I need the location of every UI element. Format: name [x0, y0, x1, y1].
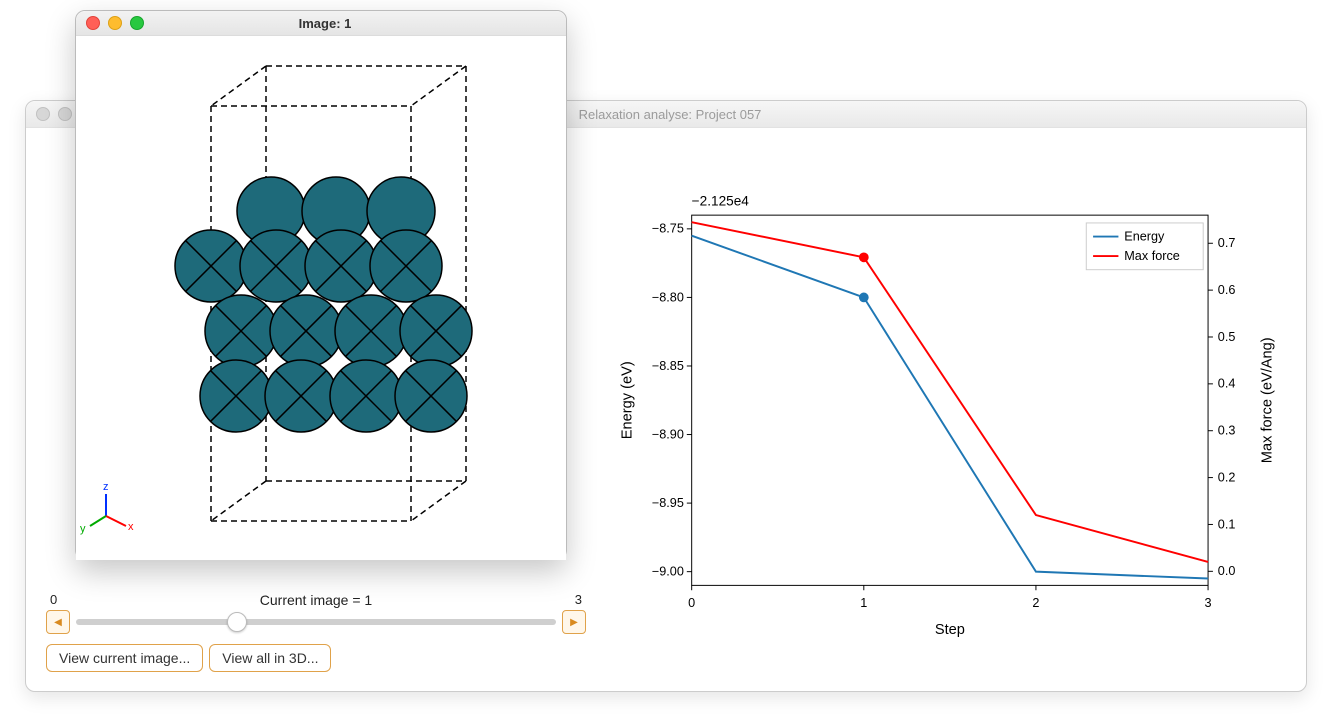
svg-text:x: x [128, 521, 134, 533]
image-titlebar[interactable]: Image: 1 [76, 11, 566, 36]
zoom-icon[interactable] [130, 16, 144, 30]
svg-text:0.4: 0.4 [1218, 377, 1236, 391]
slider-range-row: 0 Current image = 1 3 [46, 592, 586, 610]
image-slider-area: 0 Current image = 1 3 ◀ ▶ View current i… [46, 592, 586, 672]
legend-energy: Energy [1124, 229, 1165, 243]
chart-legend: Energy Max force [1086, 223, 1203, 270]
svg-text:−8.85: −8.85 [652, 359, 684, 373]
atoms-group [175, 177, 472, 432]
svg-text:0.6: 0.6 [1218, 283, 1236, 297]
svg-text:−8.80: −8.80 [652, 290, 684, 304]
traffic-lights [86, 16, 144, 30]
view-current-image-button[interactable]: View current image... [46, 644, 203, 672]
svg-text:z: z [103, 481, 109, 493]
slider-track[interactable] [76, 619, 556, 625]
svg-text:0.7: 0.7 [1218, 236, 1236, 250]
legend-maxforce: Max force [1124, 249, 1180, 263]
close-icon[interactable] [86, 16, 100, 30]
svg-text:0: 0 [688, 596, 695, 610]
svg-text:0.5: 0.5 [1218, 330, 1236, 344]
minimize-icon[interactable] [108, 16, 122, 30]
svg-text:0.0: 0.0 [1218, 564, 1236, 578]
image-canvas[interactable]: z x y [76, 36, 566, 560]
slider-next-button[interactable]: ▶ [562, 610, 586, 634]
energy-force-chart: −2.125e4 −8.75−8.80−8.85−8.90−8.95−9.00 … [604, 148, 1286, 672]
svg-text:−8.75: −8.75 [652, 222, 684, 236]
slider-prev-button[interactable]: ◀ [46, 610, 70, 634]
image-window: Image: 1 [75, 10, 567, 560]
svg-text:0.2: 0.2 [1218, 470, 1236, 484]
slider-max: 3 [575, 592, 582, 610]
svg-text:0.3: 0.3 [1218, 424, 1236, 438]
chart-ylabel-right: Max force (eV/Ang) [1259, 337, 1275, 463]
svg-text:y: y [80, 523, 86, 535]
svg-text:−8.90: −8.90 [652, 427, 684, 441]
close-icon[interactable] [36, 107, 50, 121]
axis-gizmo-icon: z x y [80, 481, 134, 535]
svg-text:−8.95: −8.95 [652, 496, 684, 510]
chart-series-maxforce [692, 222, 1208, 562]
chart-panel: −2.125e4 −8.75−8.80−8.85−8.90−8.95−9.00 … [604, 148, 1286, 672]
minimize-icon[interactable] [58, 107, 72, 121]
slider-row: ◀ ▶ [46, 610, 586, 634]
svg-text:1: 1 [860, 596, 867, 610]
button-row: View current image... View all in 3D... [46, 644, 586, 672]
slider-thumb[interactable] [227, 612, 247, 632]
chart-ylabel-left: Energy (eV) [619, 361, 635, 439]
image-window-title: Image: 1 [144, 16, 506, 31]
svg-text:0.1: 0.1 [1218, 517, 1236, 531]
svg-text:3: 3 [1205, 596, 1212, 610]
svg-text:2: 2 [1032, 596, 1039, 610]
slider-min: 0 [50, 592, 57, 610]
chart-xlabel: Step [935, 622, 965, 638]
chart-series-energy [692, 236, 1208, 579]
view-all-3d-button[interactable]: View all in 3D... [209, 644, 331, 672]
slider-current-label: Current image = 1 [260, 592, 372, 608]
svg-text:−9.00: −9.00 [652, 565, 684, 579]
chart-offset-label: −2.125e4 [692, 193, 750, 208]
